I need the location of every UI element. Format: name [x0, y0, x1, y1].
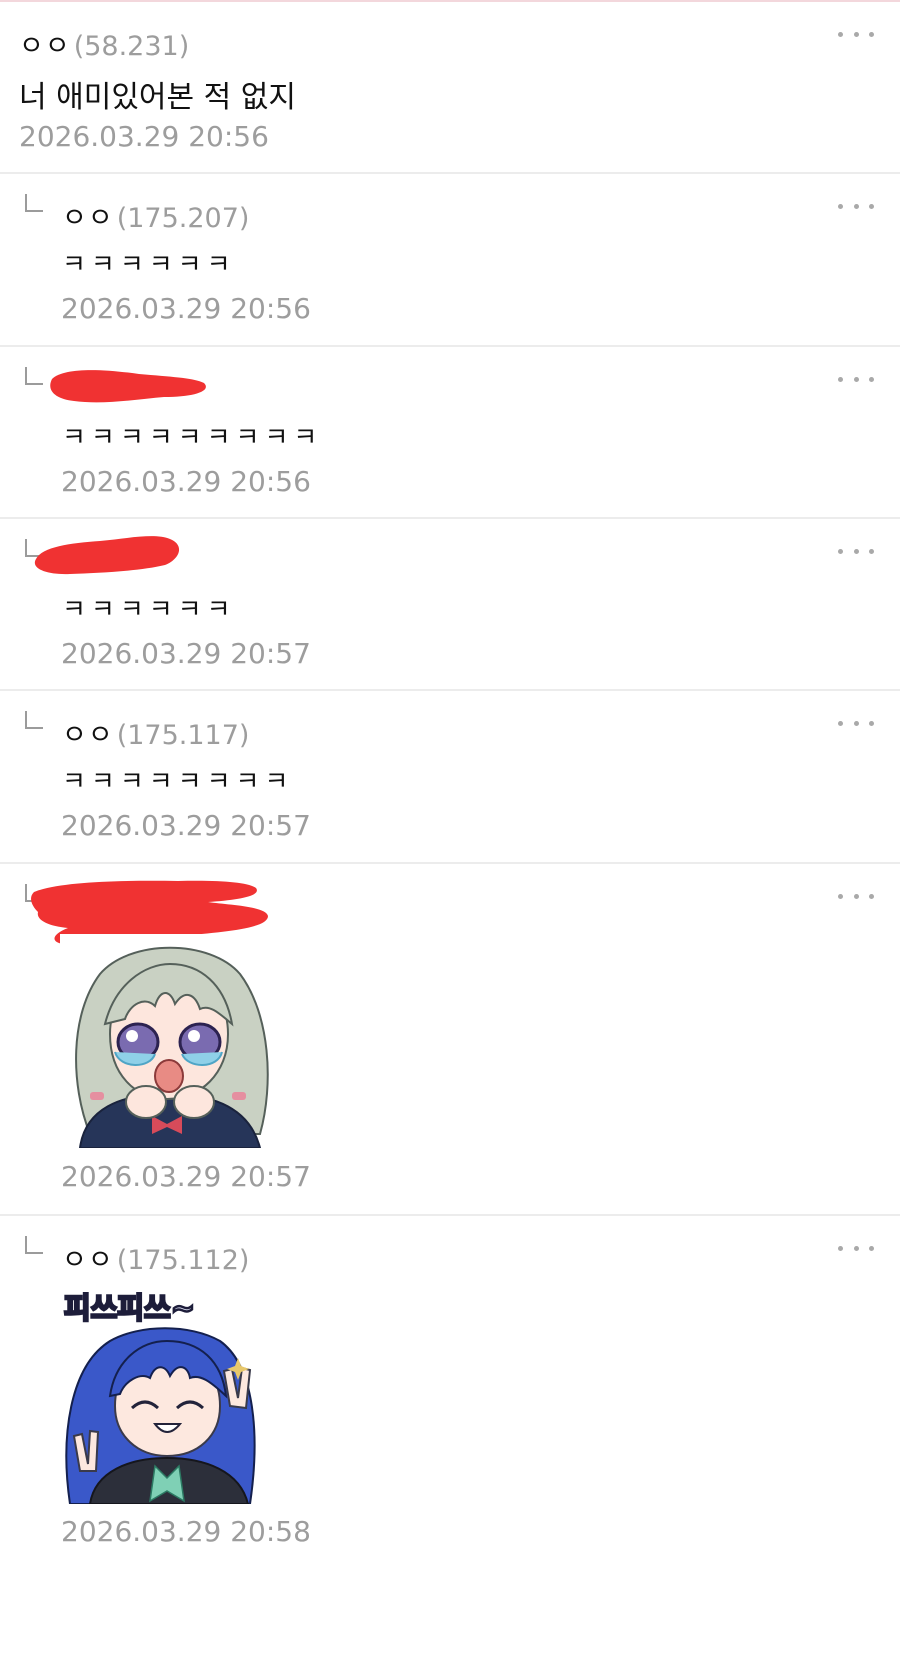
comment-text: 너 애미있어본 적 없지	[19, 80, 297, 115]
comment-text: ㅋㅋㅋㅋㅋㅋㅋㅋㅋ	[62, 423, 323, 453]
more-options-icon[interactable]	[838, 886, 874, 906]
comment-timestamp: 2026.03.29 20:56	[19, 120, 269, 153]
comment-text: ㅋㅋㅋㅋㅋㅋ	[62, 250, 236, 280]
reply-item: ㅋㅋㅋㅋㅋㅋ 2026.03.29 20:57	[0, 519, 900, 691]
reply-arrow-icon	[25, 1236, 43, 1254]
comment-text: ㅋㅋㅋㅋㅋㅋ	[62, 595, 236, 625]
crying-girl-sticker[interactable]	[60, 934, 274, 1148]
comment-author: ㅇㅇ (175.112)	[62, 1238, 249, 1277]
author-ip: (175.112)	[116, 1245, 250, 1276]
comment-timestamp: 2026.03.29 20:58	[61, 1515, 311, 1548]
reply-item: ㅇㅇ (175.112) 피쓰피쓰~ 2026.03.29 20:58	[0, 1216, 900, 1654]
peace-sign-girl-sticker[interactable]: 피쓰피쓰~	[60, 1286, 274, 1504]
reply-item: ㅋㅋㅋㅋㅋㅋㅋㅋㅋ 2026.03.29 20:56	[0, 347, 900, 519]
comment-timestamp: 2026.03.29 20:57	[61, 637, 311, 670]
reply-arrow-icon	[25, 711, 43, 729]
redacted-nickname	[34, 536, 180, 575]
comment-text: ㅋㅋㅋㅋㅋㅋㅋㅋ	[62, 767, 294, 797]
comment-timestamp: 2026.03.29 20:56	[61, 465, 311, 498]
sticker-caption: 피쓰피쓰~	[64, 1291, 195, 1325]
reply-item: ㅇㅇ (175.117) ㅋㅋㅋㅋㅋㅋㅋㅋ 2026.03.29 20:57	[0, 691, 900, 864]
author-ip: (58.231)	[73, 31, 190, 62]
more-options-icon[interactable]	[838, 369, 874, 389]
more-options-icon[interactable]	[838, 713, 874, 733]
comment-author: ㅇㅇ (58.231)	[19, 24, 189, 63]
redacted-nickname	[50, 370, 206, 403]
comment-timestamp: 2026.03.29 20:57	[61, 1160, 311, 1193]
author-nickname[interactable]: ㅇㅇ	[62, 196, 114, 235]
author-ip: (175.207)	[116, 203, 250, 234]
reply-item: ㅇㅇ (175.207) ㅋㅋㅋㅋㅋㅋ 2026.03.29 20:56	[0, 174, 900, 347]
author-nickname[interactable]: ㅇㅇ	[19, 24, 71, 63]
comment-timestamp: 2026.03.29 20:57	[61, 809, 311, 842]
comment-author: ㅇㅇ (175.117)	[62, 713, 249, 752]
reply-item: 2026.03.29 20:57	[0, 864, 900, 1216]
author-nickname[interactable]: ㅇㅇ	[62, 1238, 114, 1277]
comment-author: ㅇㅇ (175.207)	[62, 196, 249, 235]
more-options-icon[interactable]	[838, 24, 874, 44]
reply-arrow-icon	[25, 367, 43, 385]
author-nickname[interactable]: ㅇㅇ	[62, 713, 114, 752]
author-ip: (175.117)	[116, 720, 250, 751]
comment-item: ㅇㅇ (58.231) 너 애미있어본 적 없지 2026.03.29 20:5…	[0, 2, 900, 174]
more-options-icon[interactable]	[838, 196, 874, 216]
comment-timestamp: 2026.03.29 20:56	[61, 292, 311, 325]
more-options-icon[interactable]	[838, 541, 874, 561]
reply-arrow-icon	[25, 194, 43, 212]
more-options-icon[interactable]	[838, 1238, 874, 1258]
